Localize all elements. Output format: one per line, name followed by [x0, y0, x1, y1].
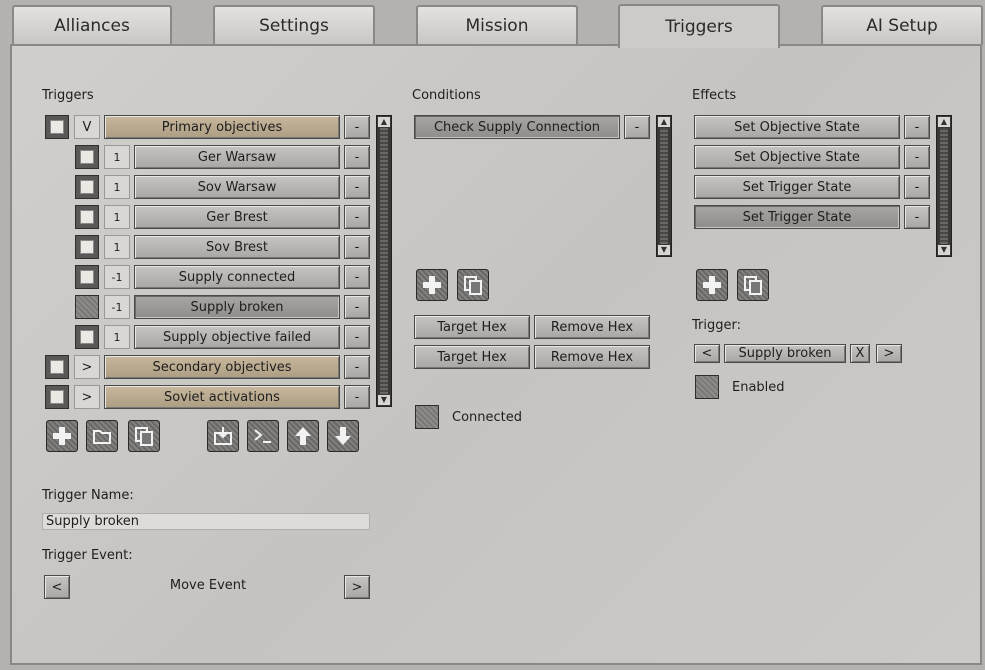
trigger-count: -1: [104, 295, 130, 319]
triggers-scrollbar[interactable]: ▲ ▼: [376, 115, 392, 407]
remove-button[interactable]: -: [344, 115, 370, 139]
remove-hex-button[interactable]: Remove Hex: [534, 315, 650, 339]
move-down-icon[interactable]: [327, 420, 359, 452]
group-checkbox[interactable]: [45, 385, 69, 409]
trigger-item[interactable]: Ger Warsaw: [134, 145, 340, 169]
add-icon[interactable]: [46, 420, 78, 452]
trigger-item[interactable]: Ger Brest: [134, 205, 340, 229]
remove-button[interactable]: -: [344, 265, 370, 289]
trigger-count: 1: [104, 175, 130, 199]
scroll-up-icon[interactable]: ▲: [378, 117, 390, 127]
enabled-label: Enabled: [732, 380, 785, 395]
copy-icon[interactable]: [737, 269, 769, 301]
effect-trigger-prev-button[interactable]: <: [694, 344, 720, 363]
trigger-name-input[interactable]: Supply broken: [42, 513, 370, 530]
add-icon[interactable]: [696, 269, 728, 301]
effect-item[interactable]: Set Trigger State: [694, 175, 900, 199]
effect-item[interactable]: Set Objective State: [694, 115, 900, 139]
connected-label: Connected: [452, 410, 523, 425]
remove-button[interactable]: -: [904, 115, 930, 139]
remove-button[interactable]: -: [344, 295, 370, 319]
remove-button[interactable]: -: [344, 235, 370, 259]
trigger-item[interactable]: Supply objective failed: [134, 325, 340, 349]
condition-item[interactable]: Check Supply Connection: [414, 115, 620, 139]
effect-item[interactable]: Set Objective State: [694, 145, 900, 169]
group-checkbox[interactable]: [45, 355, 69, 379]
scroll-down-icon[interactable]: ▼: [938, 245, 950, 255]
remove-button[interactable]: -: [344, 325, 370, 349]
remove-hex-button[interactable]: Remove Hex: [534, 345, 650, 369]
effect-item-selected[interactable]: Set Trigger State: [694, 205, 900, 229]
effect-trigger-label: Trigger:: [692, 318, 741, 333]
scroll-down-icon[interactable]: ▼: [378, 395, 390, 405]
trigger-item[interactable]: Sov Warsaw: [134, 175, 340, 199]
remove-button[interactable]: -: [904, 145, 930, 169]
scroll-up-icon[interactable]: ▲: [938, 117, 950, 127]
trigger-checkbox[interactable]: [75, 265, 99, 289]
group-soviet-activations[interactable]: Soviet activations: [104, 385, 340, 409]
effects-scrollbar[interactable]: ▲ ▼: [936, 115, 952, 257]
effect-trigger-value[interactable]: Supply broken: [724, 344, 846, 363]
trigger-count: 1: [104, 145, 130, 169]
enabled-checkbox[interactable]: [695, 375, 719, 399]
effects-heading: Effects: [692, 88, 737, 103]
trigger-checkbox[interactable]: [75, 325, 99, 349]
target-hex-button[interactable]: Target Hex: [414, 345, 530, 369]
conditions-scrollbar[interactable]: ▲ ▼: [656, 115, 672, 257]
tab-settings[interactable]: Settings: [213, 5, 375, 45]
group-expand-toggle[interactable]: V: [74, 115, 100, 139]
trigger-item-selected[interactable]: Supply broken: [134, 295, 340, 319]
conditions-heading: Conditions: [412, 88, 481, 103]
copy-icon[interactable]: [128, 420, 160, 452]
trigger-item[interactable]: Sov Brest: [134, 235, 340, 259]
scroll-down-icon[interactable]: ▼: [658, 245, 670, 255]
remove-button[interactable]: -: [344, 145, 370, 169]
connected-checkbox[interactable]: [415, 405, 439, 429]
group-expand-toggle[interactable]: >: [74, 385, 100, 409]
add-icon[interactable]: [416, 269, 448, 301]
move-up-icon[interactable]: [287, 420, 319, 452]
import-icon[interactable]: [207, 420, 239, 452]
trigger-event-value: Move Event: [169, 578, 247, 593]
remove-button[interactable]: -: [344, 205, 370, 229]
trigger-event-label: Trigger Event:: [42, 548, 133, 563]
group-primary-objectives[interactable]: Primary objectives: [104, 115, 340, 139]
console-icon[interactable]: [247, 420, 279, 452]
trigger-count: -1: [104, 265, 130, 289]
group-expand-toggle[interactable]: >: [74, 355, 100, 379]
tab-mission[interactable]: Mission: [416, 5, 578, 45]
trigger-item[interactable]: Supply connected: [134, 265, 340, 289]
effect-trigger-next-button[interactable]: >: [876, 344, 902, 363]
trigger-name-label: Trigger Name:: [42, 488, 134, 503]
event-next-button[interactable]: >: [344, 575, 370, 599]
tab-alliances[interactable]: Alliances: [12, 5, 172, 45]
remove-button[interactable]: -: [344, 385, 370, 409]
remove-button[interactable]: -: [624, 115, 650, 139]
trigger-checkbox[interactable]: [75, 175, 99, 199]
group-checkbox[interactable]: [45, 115, 69, 139]
trigger-count: 1: [104, 205, 130, 229]
trigger-checkbox[interactable]: [75, 295, 99, 319]
effect-trigger-clear-button[interactable]: X: [850, 344, 870, 363]
trigger-checkbox[interactable]: [75, 235, 99, 259]
target-hex-button[interactable]: Target Hex: [414, 315, 530, 339]
trigger-checkbox[interactable]: [75, 205, 99, 229]
tab-ai-setup[interactable]: AI Setup: [821, 5, 983, 45]
remove-button[interactable]: -: [904, 205, 930, 229]
trigger-checkbox[interactable]: [75, 145, 99, 169]
group-secondary-objectives[interactable]: Secondary objectives: [104, 355, 340, 379]
remove-button[interactable]: -: [344, 355, 370, 379]
scroll-up-icon[interactable]: ▲: [658, 117, 670, 127]
remove-button[interactable]: -: [904, 175, 930, 199]
remove-button[interactable]: -: [344, 175, 370, 199]
trigger-count: 1: [104, 325, 130, 349]
event-prev-button[interactable]: <: [44, 575, 70, 599]
trigger-count: 1: [104, 235, 130, 259]
triggers-heading: Triggers: [42, 88, 94, 103]
tab-triggers[interactable]: Triggers: [618, 4, 780, 48]
copy-icon[interactable]: [457, 269, 489, 301]
folder-icon[interactable]: [86, 420, 118, 452]
